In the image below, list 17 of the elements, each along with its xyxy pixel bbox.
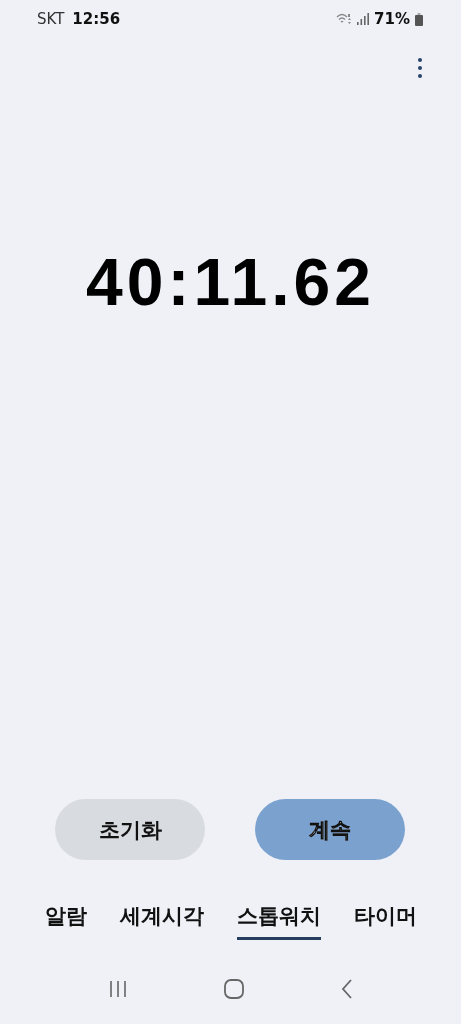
signal-icon [357,13,370,25]
continue-button[interactable]: 계속 [255,799,405,860]
more-options-icon[interactable] [418,58,422,78]
battery-percent: 71% [374,10,410,28]
tab[interactable]: 알람 [45,900,87,940]
tab[interactable]: 스톱워치 [237,900,321,940]
carrier-name: SKT [37,10,65,28]
reset-button[interactable]: 초기화 [55,799,205,860]
status-time: 12:56 [72,10,121,28]
tab[interactable]: 세계시각 [120,900,204,940]
battery-icon [415,12,423,26]
home-icon[interactable] [222,978,245,1000]
elapsed-time: 40:11.62 [86,244,375,320]
recent-apps-icon[interactable] [107,980,128,998]
tab[interactable]: 타이머 [354,900,417,940]
back-icon[interactable] [339,978,354,1000]
wifi-icon [336,12,353,26]
